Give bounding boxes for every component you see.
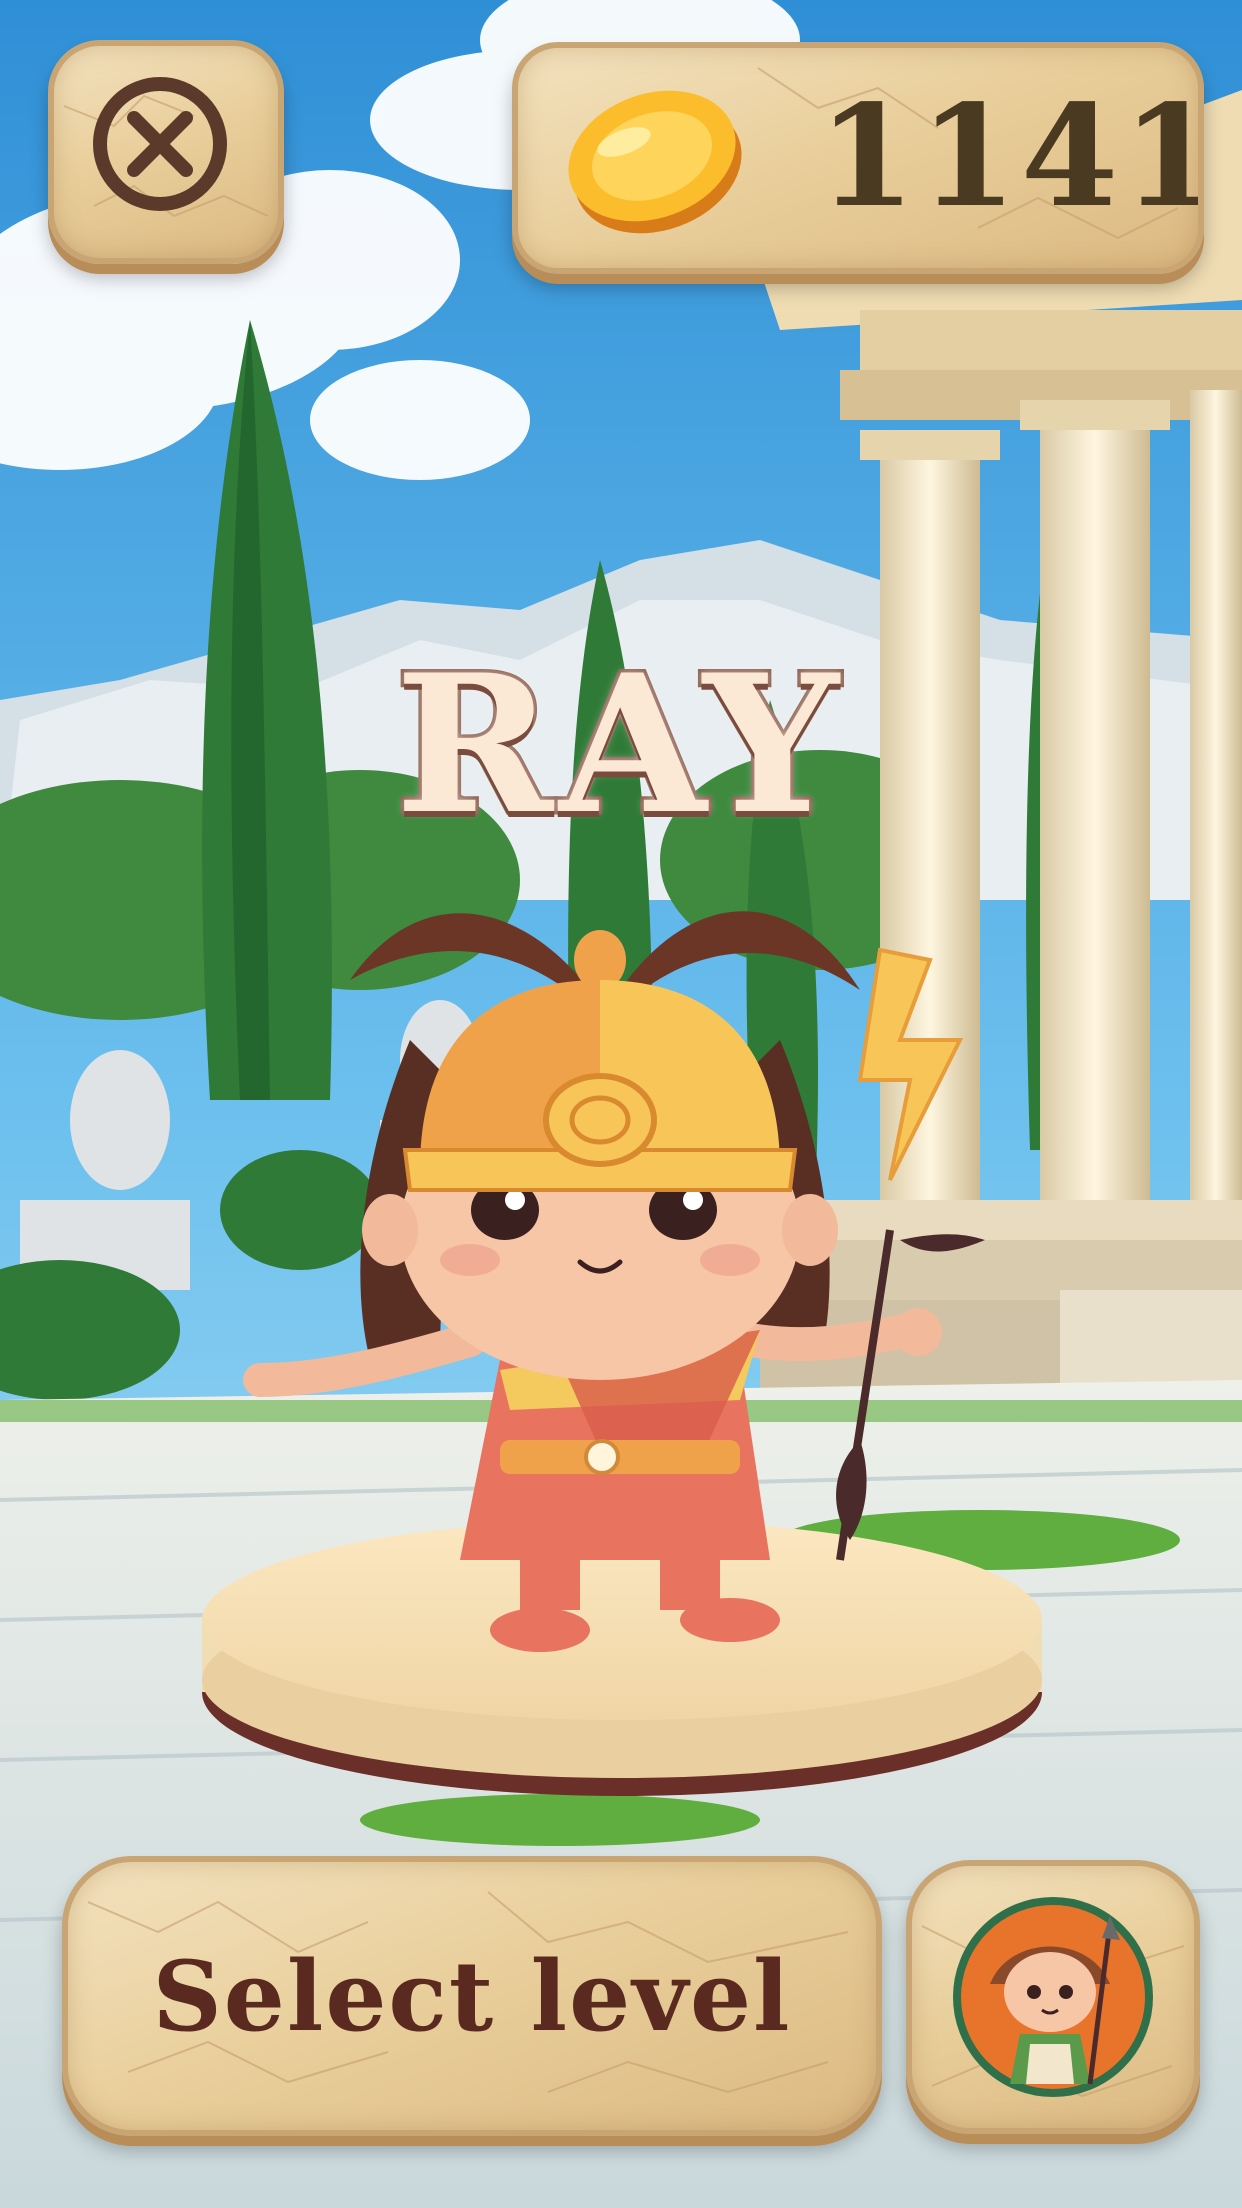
hero-name-title: RAY <box>392 633 845 856</box>
coin-counter: 1141 <box>512 42 1204 274</box>
character-select-button[interactable] <box>906 1860 1200 2134</box>
close-icon <box>93 77 227 211</box>
gold-coin-icon <box>568 90 742 234</box>
close-button[interactable] <box>48 40 284 264</box>
hero-avatar-icon <box>953 1897 1153 2097</box>
select-level-button[interactable]: Select level <box>62 1856 882 2136</box>
coin-count: 1141 <box>818 75 1204 239</box>
select-level-label: Select level <box>152 1939 792 2053</box>
